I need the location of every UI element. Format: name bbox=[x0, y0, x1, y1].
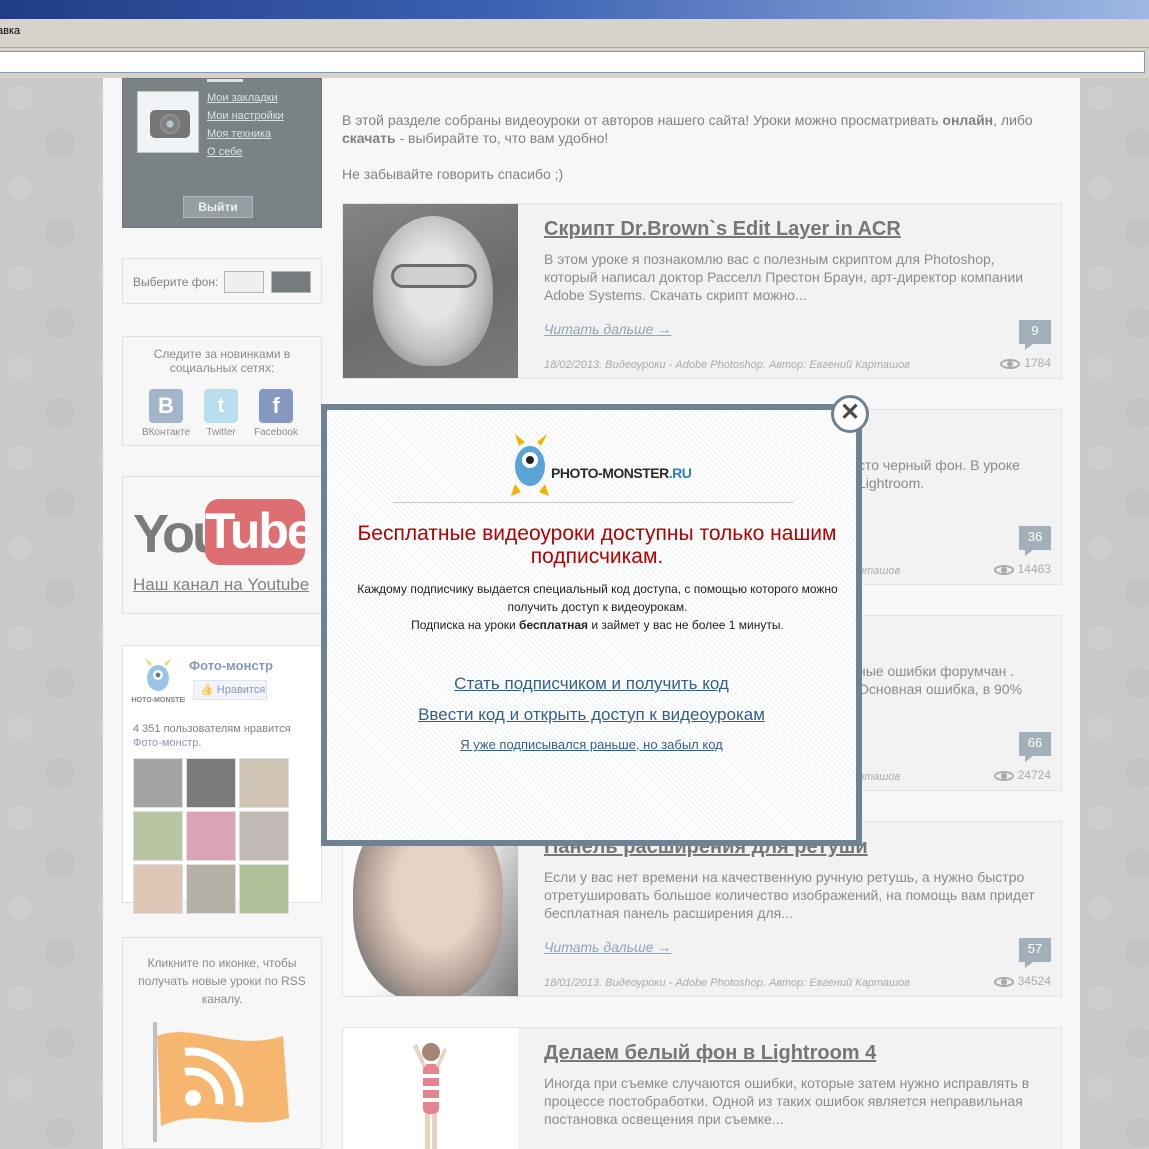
address-input[interactable] bbox=[0, 51, 1145, 73]
modal-description: Каждому подписчику выдается специальный … bbox=[341, 580, 854, 634]
subscribe-link[interactable]: Стать подписчиком и получить код bbox=[327, 674, 856, 694]
logo-text: PHOTO-MONSTER.RU bbox=[551, 465, 692, 481]
logo-name: PHOTO-MONSTER bbox=[551, 465, 669, 481]
modal-text-1: Каждому подписчику выдается специальный … bbox=[357, 582, 838, 614]
address-bar bbox=[0, 48, 1149, 78]
monster-mascot-icon bbox=[511, 434, 549, 496]
photo-monster-logo: PHOTO-MONSTER.RU bbox=[507, 432, 697, 502]
enter-code-link[interactable]: Ввести код и открыть доступ к видеоурока… bbox=[327, 705, 856, 725]
menu-item-fragment[interactable]: авка bbox=[0, 25, 20, 37]
subscription-modal: PHOTO-MONSTER.RU Бесплатные видеоуроки д… bbox=[321, 404, 862, 846]
close-icon[interactable]: ✕ bbox=[831, 395, 869, 433]
modal-text-2-pre: Подписка на уроки bbox=[411, 618, 516, 632]
modal-text-2-post: и займет у вас не более 1 минуты. bbox=[591, 618, 784, 632]
modal-text-2-bold: бесплатная bbox=[519, 618, 588, 632]
modal-body: PHOTO-MONSTER.RU Бесплатные видеоуроки д… bbox=[327, 410, 856, 840]
modal-text-2: Подписка на уроки бесплатная и займет у … bbox=[341, 616, 854, 634]
modal-divider bbox=[393, 502, 793, 503]
logo-tld: .RU bbox=[668, 465, 692, 481]
menu-bar: авка bbox=[0, 19, 1149, 48]
forgot-code-link[interactable]: Я уже подписывался раньше, но забыл код bbox=[327, 737, 856, 752]
window-titlebar bbox=[0, 0, 1149, 19]
modal-title: Бесплатные видеоуроки доступны только на… bbox=[357, 522, 837, 568]
